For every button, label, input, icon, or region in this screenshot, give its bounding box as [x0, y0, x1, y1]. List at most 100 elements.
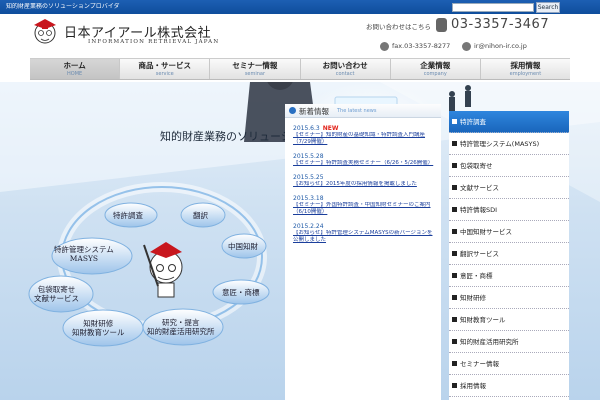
- fax-number: fax.03-3357-8277: [392, 42, 451, 50]
- nav-home[interactable]: ホーム HOME: [30, 59, 121, 79]
- main-nav: ホーム HOME 商品・サービス service セミナー情報 seminar …: [30, 58, 570, 80]
- sidebar-item-seminar[interactable]: セミナー情報: [449, 353, 569, 375]
- square-bullet-icon: [452, 251, 457, 256]
- contact-label: お問い合わせはこちら: [366, 23, 431, 31]
- nav-label-en: seminar: [244, 71, 266, 77]
- sidebar-item-label: 文献サービス: [460, 184, 499, 192]
- sidebar-item-ip-tools[interactable]: 知財教育ツール: [449, 309, 569, 331]
- mascot-logo-icon[interactable]: [30, 16, 60, 48]
- news-item: 2015.5.28 【セミナー】特許調査実務セミナー（6/26・5/26開催）: [293, 153, 437, 167]
- service-management-system-label: 特許管理システム: [54, 245, 114, 254]
- square-bullet-icon: [452, 229, 457, 234]
- service-research[interactable]: 研究・提言 知的財産活用研究所: [147, 318, 215, 336]
- top-bar: 知的財産業務のソリューションプロバイダー 日本アイアール株式会社 Search: [0, 0, 600, 14]
- service-ip-training[interactable]: 知財研修 知財教育ツール: [72, 319, 125, 337]
- nav-company[interactable]: 企業情報 company: [391, 59, 481, 79]
- news-list: 2015.6.3 NEW 【セミナー】知的財産の基礎知識・特許調査入門講座（7/2…: [293, 125, 437, 251]
- news-item: 2015.5.25 【お知らせ】2015年度の採用情報を掲載しました: [293, 174, 437, 188]
- sidebar-item-research[interactable]: 知的財産活用研究所: [449, 331, 569, 353]
- search-button[interactable]: Search: [536, 2, 560, 13]
- service-research-label-1: 研究・提言: [162, 318, 200, 327]
- sidebar-item-translation[interactable]: 翻訳サービス: [449, 243, 569, 265]
- service-management-system[interactable]: 特許管理システム MASYS: [54, 245, 114, 263]
- news-date: 2015.3.18: [293, 195, 324, 202]
- nav-label-en: service: [155, 71, 174, 77]
- nav-label: 商品・サービス: [138, 61, 192, 70]
- news-link[interactable]: 【お知らせ】2015年度の採用情報を掲載しました: [293, 181, 437, 188]
- nav-label-en: employment: [509, 71, 542, 77]
- news-link[interactable]: 【セミナー】外国特許調査・中国知財セミナーのご案内（6/10開催）: [293, 202, 437, 216]
- top-tagline: 知的財産業務のソリューションプロバイダー 日本アイアール株式会社: [6, 3, 120, 10]
- square-bullet-icon: [452, 185, 457, 190]
- square-bullet-icon: [452, 141, 457, 146]
- service-document-label-2: 文献サービス: [34, 294, 79, 303]
- sidebar-item-label: 特許管理システム(MASYS): [460, 140, 540, 148]
- sidebar: 特許調査 特許管理システム(MASYS) 包袋取寄せ 文献サービス 特許情報SD…: [449, 111, 569, 400]
- news-item: 2015.6.3 NEW 【セミナー】知的財産の基礎知識・特許調査入門講座（7/2…: [293, 125, 437, 146]
- sidebar-item-label: 知財研修: [460, 294, 486, 302]
- news-date: 2015.5.28: [293, 153, 324, 160]
- square-bullet-icon: [452, 339, 457, 344]
- sidebar-item-label: 包袋取寄せ: [460, 162, 493, 170]
- new-badge: NEW: [322, 125, 339, 132]
- sidebar-item-masys[interactable]: 特許管理システム(MASYS): [449, 133, 569, 155]
- nav-label: お問い合わせ: [322, 61, 368, 70]
- news-subtitle: The latest news: [337, 108, 377, 114]
- sidebar-item-label: 知財教育ツール: [460, 316, 506, 324]
- square-bullet-icon: [452, 273, 457, 278]
- service-research-label-2: 知的財産活用研究所: [147, 327, 215, 336]
- service-document-label-1: 包袋取寄せ: [37, 285, 76, 294]
- sidebar-item-label: 翻訳サービス: [460, 250, 499, 258]
- service-ip-training-label-1: 知財研修: [83, 319, 114, 328]
- arrow-circle-icon: [289, 107, 296, 114]
- sidebar-item-label: 知的財産活用研究所: [460, 338, 519, 346]
- square-bullet-icon: [452, 207, 457, 212]
- nav-service[interactable]: 商品・サービス service: [120, 59, 211, 79]
- news-panel: 新着情報 The latest news 2015.6.3 NEW 【セミナー】知…: [285, 104, 441, 400]
- service-patent-search[interactable]: 特許調査: [113, 211, 143, 220]
- nav-label: 採用情報: [510, 61, 541, 70]
- header: 日本アイアール株式会社 INFORMATION RETRIEVAL JAPAN …: [0, 14, 600, 56]
- sidebar-item-file-wrapper[interactable]: 包袋取寄せ: [449, 155, 569, 177]
- news-link[interactable]: 【セミナー】特許調査実務セミナー（6/26・5/26開催）: [293, 160, 437, 167]
- nav-contact[interactable]: お問い合わせ contact: [301, 59, 391, 79]
- fax-icon: [380, 42, 389, 51]
- sidebar-item-label: 中国知財サービス: [460, 228, 512, 236]
- sidebar-item-ip-training[interactable]: 知財研修: [449, 287, 569, 309]
- service-masys-label: MASYS: [69, 254, 99, 263]
- news-item: 2015.2.24 【お知らせ】特許管理システムMASYSの新バージョンを公開し…: [293, 223, 437, 244]
- service-china-ip[interactable]: 中国知財: [228, 242, 258, 251]
- nav-label-en: HOME: [67, 71, 83, 77]
- square-bullet-icon: [452, 119, 457, 124]
- nav-employment[interactable]: 採用情報 employment: [481, 59, 570, 79]
- nav-label: ホーム: [63, 61, 86, 70]
- phone-number: 03-3357-3467: [451, 17, 550, 32]
- news-date: 2015.5.25: [293, 174, 324, 181]
- service-document[interactable]: 包袋取寄せ 文献サービス: [34, 285, 79, 303]
- phone-icon: [436, 18, 447, 32]
- nav-label-en: contact: [335, 71, 355, 77]
- sidebar-item-document-service[interactable]: 文献サービス: [449, 177, 569, 199]
- nav-seminar[interactable]: セミナー情報 seminar: [210, 59, 301, 79]
- news-header: 新着情報 The latest news: [285, 104, 441, 118]
- sidebar-item-label: 特許情報SDI: [460, 206, 498, 214]
- service-translation[interactable]: 翻訳: [193, 211, 208, 220]
- search-input[interactable]: [452, 3, 534, 12]
- square-bullet-icon: [452, 163, 457, 168]
- news-date: 2015.6.3: [293, 125, 320, 132]
- sidebar-item-china-ip[interactable]: 中国知財サービス: [449, 221, 569, 243]
- news-title: 新着情報: [299, 107, 329, 116]
- sidebar-item-sdi[interactable]: 特許情報SDI: [449, 199, 569, 221]
- sidebar-item-patent-search[interactable]: 特許調査: [449, 111, 569, 133]
- sidebar-item-label: 意匠・商標: [460, 272, 493, 280]
- nav-label: セミナー情報: [232, 61, 278, 70]
- news-link[interactable]: 【お知らせ】特許管理システムMASYSの新バージョンを公開しました: [293, 230, 437, 244]
- service-design-trademark[interactable]: 意匠・商標: [222, 288, 260, 297]
- sidebar-item-design-trademark[interactable]: 意匠・商標: [449, 265, 569, 287]
- news-date: 2015.2.24: [293, 223, 324, 230]
- news-link[interactable]: 【セミナー】知的財産の基礎知識・特許調査入門講座（7/29開催）: [293, 132, 437, 146]
- news-item: 2015.3.18 【セミナー】外国特許調査・中国知財セミナーのご案内（6/10…: [293, 195, 437, 216]
- nav-label: 企業情報: [420, 61, 451, 70]
- sidebar-item-employment[interactable]: 採用情報: [449, 375, 569, 397]
- email-link[interactable]: ir@nihon-ir.co.jp: [474, 42, 527, 50]
